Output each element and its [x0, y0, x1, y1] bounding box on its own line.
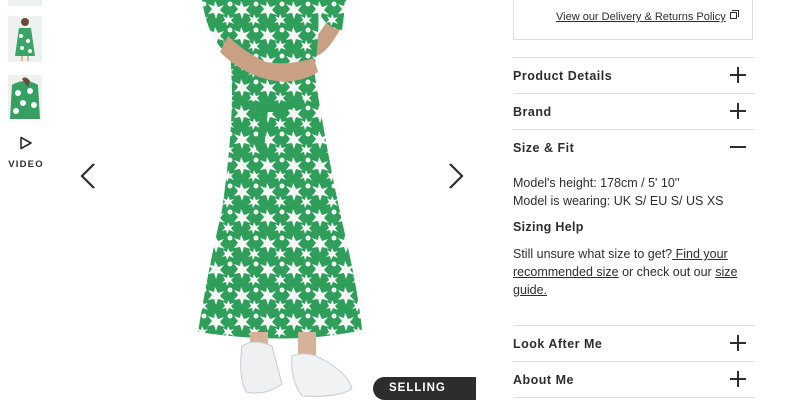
thumbnail-1[interactable] — [8, 0, 42, 6]
thumbnail-strip: VIDEO — [0, 0, 50, 416]
divider — [513, 397, 755, 398]
delivery-info-box: View our Delivery & Returns Policy — [513, 0, 753, 40]
delivery-returns-link-label: View our Delivery & Returns Policy — [556, 11, 726, 23]
sizing-help-heading: Sizing Help — [513, 220, 584, 234]
video-label: VIDEO — [8, 159, 44, 170]
accordion-title: Product Details — [513, 69, 613, 83]
plus-icon — [730, 335, 746, 351]
previous-image-button[interactable] — [72, 158, 106, 194]
plus-icon — [730, 67, 746, 83]
delivery-returns-link[interactable]: View our Delivery & Returns Policy — [556, 10, 739, 23]
sizing-help-middle: or check out our — [618, 265, 716, 279]
play-icon — [20, 136, 32, 150]
accordion-product-details[interactable]: Product Details — [513, 57, 755, 93]
plus-icon — [730, 371, 746, 387]
model-wearing: Model is wearing: UK S/ EU S/ US XS — [513, 194, 724, 208]
video-button[interactable]: VIDEO — [6, 134, 46, 174]
sizing-help-prefix: Still unsure what size to get? — [513, 247, 673, 261]
external-link-icon — [729, 10, 739, 19]
chevron-left-icon — [80, 163, 95, 189]
product-image — [198, 0, 362, 397]
thumbnail-3[interactable] — [8, 75, 42, 119]
accordion-title: Brand — [513, 105, 552, 119]
accordion-title: Look After Me — [513, 337, 603, 351]
accordion-title: Size & Fit — [513, 141, 575, 155]
size-fit-content: Model's height: 178cm / 5' 10'' Model is… — [513, 174, 743, 210]
sizing-help-text: Still unsure what size to get? Find your… — [513, 245, 743, 299]
model-height: Model's height: 178cm / 5' 10'' — [513, 176, 680, 190]
minus-icon — [730, 139, 746, 155]
accordion-size-fit[interactable]: Size & Fit — [513, 129, 755, 165]
accordion-title: About Me — [513, 373, 574, 387]
thumbnail-2[interactable] — [8, 16, 42, 62]
selling-fast-badge: SELLING FAST — [373, 377, 476, 416]
next-image-button[interactable] — [438, 158, 472, 194]
chevron-right-icon — [449, 163, 464, 189]
plus-icon — [730, 103, 746, 119]
accordion-look-after-me[interactable]: Look After Me — [513, 325, 755, 361]
product-image-gallery: SELLING FAST — [52, 0, 476, 416]
accordion-brand[interactable]: Brand — [513, 93, 755, 129]
accordion-about-me[interactable]: About Me — [513, 361, 755, 397]
